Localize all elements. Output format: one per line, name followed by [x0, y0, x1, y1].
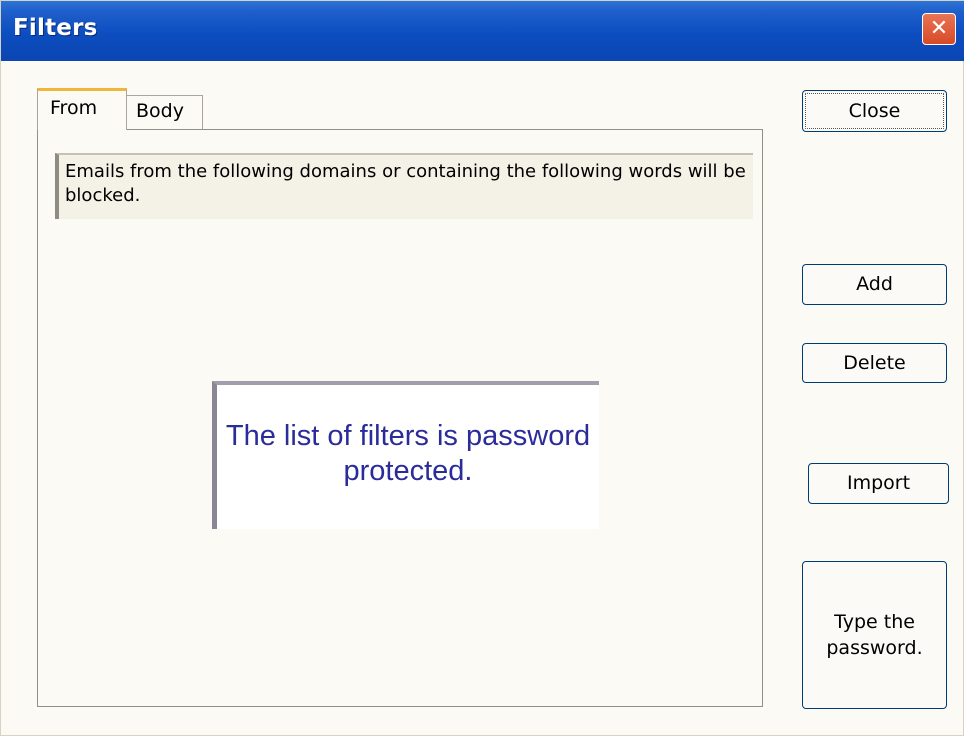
- window-title: Filters: [13, 15, 98, 41]
- type-password-button[interactable]: Type the password.: [802, 561, 947, 709]
- type-password-label: Type the password.: [826, 611, 923, 659]
- info-text: Emails from the following domains or con…: [55, 153, 753, 219]
- tab-from[interactable]: From: [37, 88, 127, 130]
- import-button[interactable]: Import: [808, 463, 949, 504]
- title-bar[interactable]: Filters ✕: [1, 1, 964, 61]
- add-button[interactable]: Add: [802, 264, 947, 305]
- delete-button[interactable]: Delete: [802, 343, 947, 383]
- filters-dialog: Filters ✕ From Body Emails from the foll…: [0, 0, 964, 736]
- password-protected-message: The list of filters is password protecte…: [225, 420, 591, 487]
- tab-body[interactable]: Body: [125, 95, 203, 129]
- close-window-icon[interactable]: ✕: [922, 13, 956, 45]
- password-protected-notice: The list of filters is password protecte…: [212, 381, 599, 529]
- close-button[interactable]: Close: [802, 90, 947, 132]
